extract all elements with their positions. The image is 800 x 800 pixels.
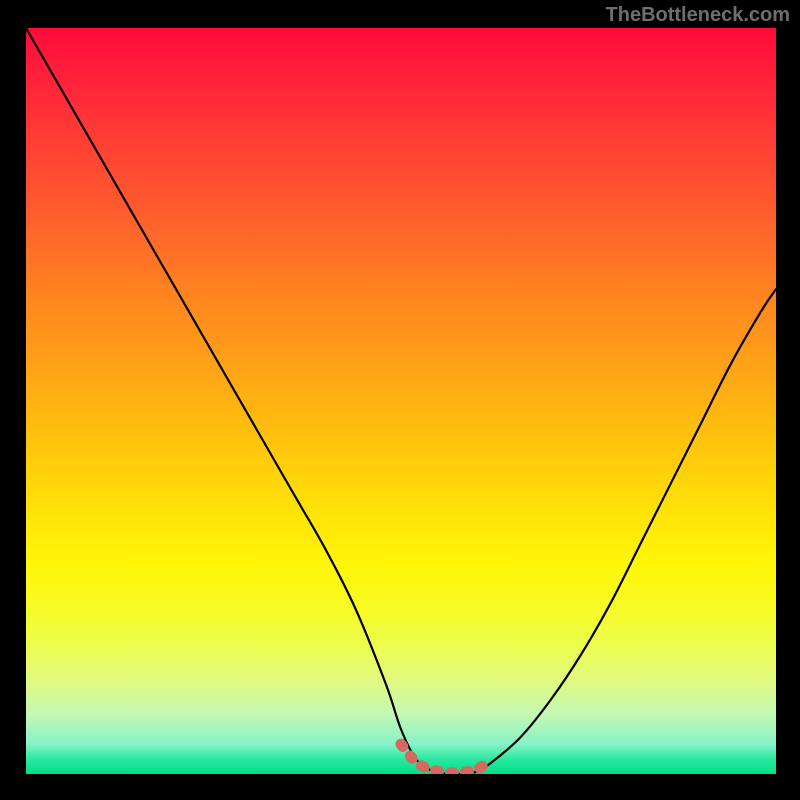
bottleneck-curve <box>26 28 776 774</box>
watermark-text: TheBottleneck.com <box>606 4 790 27</box>
chart-container: TheBottleneck.com <box>0 0 800 800</box>
optimal-range-highlight <box>401 744 491 773</box>
curve-overlay <box>26 28 776 774</box>
plot-area <box>26 28 776 774</box>
